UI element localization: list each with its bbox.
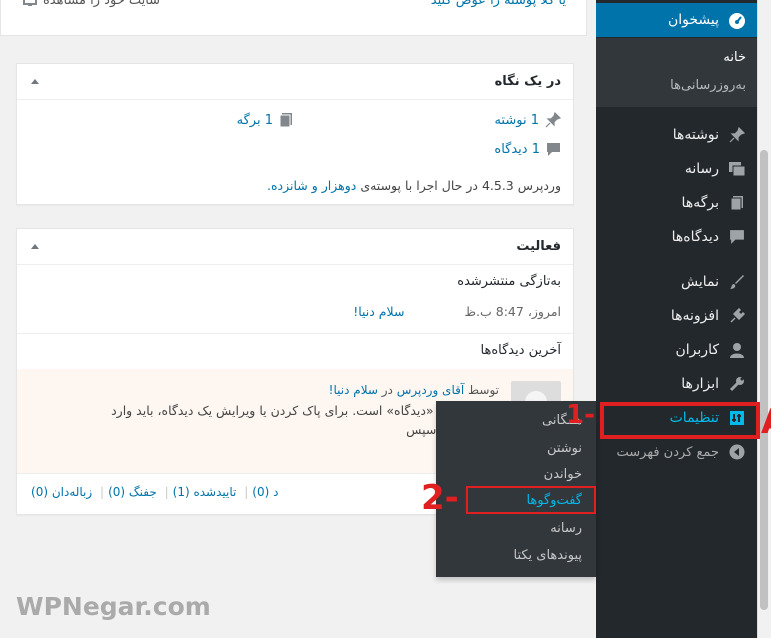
dashboard-submenu (596, 38, 757, 107)
glance-comments[interactable]: 1 دیدگاه (494, 142, 561, 157)
brush-icon (728, 273, 746, 291)
comment-author-link[interactable]: آقای وردپرس (397, 383, 464, 397)
dashboard-icon (728, 11, 746, 29)
discussion-highlight-box (466, 486, 596, 514)
menu-users[interactable]: کاربران (596, 333, 757, 367)
pages-icon (279, 113, 292, 128)
pages-icon (728, 194, 746, 212)
recent-post-row: امروز، 8:47 ب.ظ سلام دنیا! (353, 304, 561, 319)
submenu-home[interactable]: خانه (723, 50, 746, 65)
pin-icon (545, 112, 561, 128)
recent-heading: به‌تازگی منتشرشده (457, 274, 561, 289)
theme-link[interactable]: دوهزار و شانزده. (267, 178, 356, 193)
menu-collapse[interactable]: جمع کردن فهرست (596, 435, 757, 469)
menu-media[interactable]: رسانه (596, 152, 757, 186)
comment-icon (728, 228, 746, 246)
widget-title: در یک نگاه (494, 74, 561, 89)
widget-title: فعالیت (516, 239, 561, 254)
step-1-label: 1- (566, 400, 595, 430)
filter-pending[interactable]: د (0) (252, 485, 278, 499)
comment-meta: توسط آقای وردپرس در سلام دنیا! (328, 383, 499, 397)
menu-appearance[interactable]: نمایش (596, 265, 757, 299)
wrench-icon (728, 375, 746, 393)
pin-icon (728, 126, 746, 144)
watermark: WPNegar.com (16, 592, 211, 621)
menu-pages[interactable]: برگه‌ها (596, 186, 757, 220)
comment-icon (547, 143, 560, 156)
monitor-icon (23, 0, 37, 6)
comment-post-link[interactable]: سلام دنیا! (329, 383, 378, 397)
media-icon (728, 160, 746, 178)
scroll-thumb[interactable] (760, 150, 768, 610)
filter-spam[interactable]: جفنگ (0) (108, 485, 157, 499)
view-site-link[interactable]: سایت خود را مشاهده (23, 0, 160, 8)
flyout-media[interactable]: رسانه (550, 521, 582, 536)
submenu-updates[interactable]: به‌روزرسانی‌ها (670, 78, 746, 93)
recent-time: امروز، 8:47 ب.ظ (464, 304, 561, 319)
menu-posts[interactable]: نوشته‌ها (596, 118, 757, 152)
comments-heading: آخرین دیدگاه‌ها (480, 343, 561, 358)
toggle-arrow-icon[interactable] (31, 244, 39, 249)
flyout-reading[interactable]: خواندن (544, 467, 582, 482)
wordpress-version-text: وردپرس 4.5.3 در حال اجرا با پوسته‌ی دوهز… (266, 178, 561, 193)
step-2-label: 2- (421, 478, 459, 518)
divider (17, 333, 573, 334)
scrollbar[interactable] (757, 0, 771, 638)
settings-highlight-box (600, 402, 760, 439)
menu-plugins[interactable]: افزونه‌ها (596, 299, 757, 333)
filter-approved[interactable]: تاییدشده (1) (173, 485, 237, 499)
recent-post-link[interactable]: سلام دنیا! (353, 304, 404, 319)
glance-posts[interactable]: 1 نوشته (494, 112, 561, 128)
widget-header[interactable]: در یک نگاه (17, 64, 573, 100)
change-theme-link[interactable]: یا کلا پوسته را عوض کنید (431, 0, 566, 8)
widget-header[interactable]: فعالیت (17, 229, 573, 265)
annotation-letter: A (761, 402, 771, 442)
user-icon (728, 341, 746, 359)
glance-pages[interactable]: 1 برگه (237, 112, 293, 128)
menu-tools[interactable]: ابزارها (596, 367, 757, 401)
menu-comments[interactable]: دیدگاه‌ها (596, 220, 757, 254)
plug-icon (728, 307, 746, 325)
top-strip: یا کلا پوسته را عوض کنید سایت خود را مشا… (0, 0, 587, 36)
flyout-writing[interactable]: نوشتن (547, 441, 582, 456)
menu-dashboard[interactable]: پیشخوان (596, 3, 757, 37)
toggle-arrow-icon[interactable] (31, 79, 39, 84)
at-a-glance-widget: در یک نگاه 1 نوشته 1 برگه 1 دیدگاه وردپر… (16, 63, 574, 205)
collapse-arrow-icon (728, 443, 746, 461)
comment-filters: د (0)| تاییدشده (1)| جفنگ (0)| زباله‌دان… (31, 485, 279, 499)
flyout-permalinks[interactable]: پیوندهای یکتا (513, 548, 582, 563)
filter-trash[interactable]: زباله‌دان (0) (31, 485, 92, 499)
